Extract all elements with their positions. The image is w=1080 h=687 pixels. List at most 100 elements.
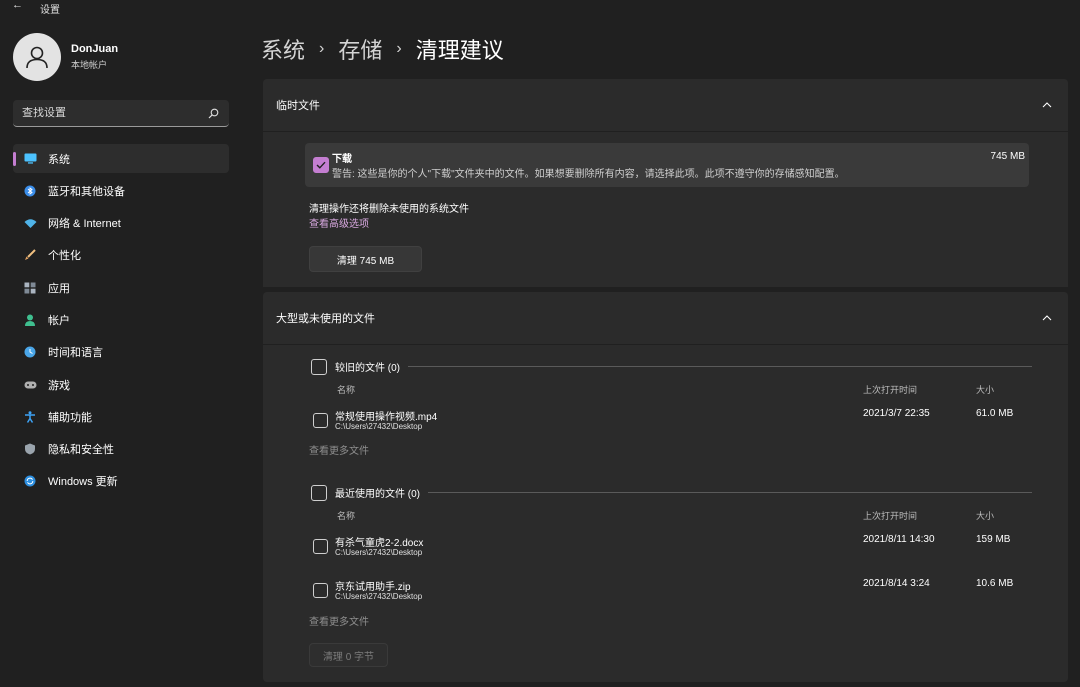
breadcrumb-storage[interactable]: 存储 (338, 33, 382, 65)
bluetooth-icon (23, 184, 37, 198)
brush-icon (23, 248, 37, 262)
breadcrumb-system[interactable]: 系统 (261, 33, 305, 65)
file-checkbox[interactable] (313, 413, 328, 428)
sidebar-item-personalization[interactable]: 个性化 (13, 241, 229, 270)
column-size: 大小 (976, 511, 995, 521)
sidebar-item-windows-update[interactable]: Windows 更新 (13, 467, 229, 496)
column-last-opened: 上次打开时间 (863, 385, 918, 395)
file-path: C:\Users\27432\Desktop (335, 548, 423, 557)
accessibility-icon (23, 410, 37, 424)
profile-name: DonJuan (71, 43, 119, 55)
sidebar-item-label: 辅助功能 (48, 411, 92, 424)
divider (408, 366, 1032, 367)
downloads-row[interactable]: 下载 警告: 这些是你的个人"下载"文件夹中的文件。如果想要删除所有内容，请选择… (305, 143, 1029, 187)
recent-files-checkbox[interactable] (311, 484, 327, 501)
sidebar-item-system[interactable]: 系统 (13, 144, 229, 173)
sidebar-item-apps[interactable]: 应用 (13, 273, 229, 302)
person-icon (26, 46, 48, 69)
downloads-title: 下载 (332, 154, 352, 165)
downloads-warning: 警告: 这些是你的个人"下载"文件夹中的文件。如果想要删除所有内容，请选择此项。… (332, 169, 845, 180)
downloads-checkbox[interactable] (313, 157, 329, 173)
sidebar-item-label: 帐户 (48, 314, 70, 327)
wifi-icon (23, 216, 37, 230)
temp-files-header[interactable]: 临时文件 (263, 79, 1068, 132)
sidebar-item-label: 个性化 (48, 250, 81, 263)
file-size: 61.0 MB (976, 408, 1014, 419)
column-name: 名称 (337, 511, 356, 521)
file-row[interactable]: 京东试用助手.zip C:\Users\27432\Desktop 2021/8… (311, 576, 1032, 604)
sidebar-item-label: 应用 (48, 282, 70, 295)
older-files-group-header: 较旧的文件 (0) (311, 358, 1032, 375)
file-row[interactable]: 常规使用操作视频.mp4 C:\Users\27432\Desktop 2021… (311, 406, 1032, 434)
column-last-opened: 上次打开时间 (863, 511, 918, 521)
breadcrumb: 系统 › 存储 › 清理建议 (261, 33, 504, 65)
file-checkbox[interactable] (313, 583, 328, 598)
sidebar-item-privacy[interactable]: 隐私和安全性 (13, 435, 229, 464)
monitor-icon (23, 152, 37, 166)
temp-files-title: 临时文件 (276, 100, 320, 112)
file-path: C:\Users\27432\Desktop (335, 592, 423, 601)
recent-files-group-header: 最近使用的文件 (0) (311, 484, 1032, 501)
file-name: 常规使用操作视频.mp4 (335, 412, 438, 423)
chevron-up-icon[interactable] (1039, 97, 1055, 113)
sidebar-item-accounts[interactable]: 帐户 (13, 305, 229, 334)
page-title: 清理建议 (415, 38, 504, 63)
large-files-header[interactable]: 大型或未使用的文件 (263, 292, 1068, 345)
downloads-size: 745 MB (990, 151, 1025, 162)
sidebar-item-label: 游戏 (48, 379, 70, 392)
clean-large-files-button[interactable]: 清理 0 字节 (309, 643, 388, 667)
recent-files-group: 最近使用的文件 (0) 名称 上次打开时间 大小 有杀气童虎2-2.docx C… (309, 484, 1032, 634)
column-name: 名称 (337, 385, 356, 395)
chevron-up-icon[interactable] (1039, 310, 1055, 326)
older-files-title: 较旧的文件 (0) (335, 363, 400, 374)
file-row[interactable]: 有杀气童虎2-2.docx C:\Users\27432\Desktop 202… (311, 532, 1032, 560)
search-icon[interactable] (206, 106, 220, 120)
file-size: 10.6 MB (976, 578, 1014, 589)
file-checkbox[interactable] (313, 539, 328, 554)
apps-icon (23, 281, 37, 295)
back-arrow-icon[interactable]: ← (12, 0, 23, 11)
globe-clock-icon (23, 345, 37, 359)
user-profile[interactable]: DonJuan 本地帐户 (13, 33, 118, 81)
gamepad-icon (23, 378, 37, 392)
sidebar-item-time-language[interactable]: 时间和语言 (13, 338, 229, 367)
breadcrumb-separator: › (319, 40, 325, 57)
large-files-title: 大型或未使用的文件 (276, 313, 375, 325)
older-files-group: 较旧的文件 (0) 名称 上次打开时间 大小 常规使用操作视频.mp4 C:\U… (309, 358, 1032, 468)
sidebar-item-network[interactable]: 网络 & Internet (13, 209, 229, 238)
cleanup-note: 清理操作还将删除未使用的系统文件 (309, 204, 469, 215)
file-date: 2021/8/14 3:24 (863, 578, 930, 589)
file-date: 2021/8/11 14:30 (863, 534, 935, 545)
sidebar-item-label: 蓝牙和其他设备 (48, 185, 125, 198)
file-size: 159 MB (976, 534, 1011, 545)
search-box[interactable] (13, 100, 229, 127)
recent-files-more-link[interactable]: 查看更多文件 (309, 613, 369, 628)
breadcrumb-separator: › (396, 40, 402, 57)
older-files-more-link[interactable]: 查看更多文件 (309, 442, 369, 457)
person-icon (23, 313, 37, 327)
sidebar-item-label: 系统 (48, 153, 70, 166)
file-date: 2021/3/7 22:35 (863, 408, 930, 419)
search-input[interactable] (22, 107, 206, 119)
temp-files-body: 下载 警告: 这些是你的个人"下载"文件夹中的文件。如果想要删除所有内容，请选择… (263, 133, 1068, 287)
advanced-options-link[interactable]: 查看高级选项 (309, 215, 369, 230)
recent-files-title: 最近使用的文件 (0) (335, 489, 420, 500)
app-title: 设置 (40, 5, 60, 16)
temp-files-card: 临时文件 下载 警告: 这些是你的个人"下载"文件夹中的文件。如果想要删除所有内… (263, 79, 1068, 287)
profile-account-type: 本地帐户 (71, 60, 108, 70)
update-icon (23, 474, 37, 488)
sidebar-item-label: 隐私和安全性 (48, 444, 114, 457)
sidebar-item-label: Windows 更新 (48, 476, 118, 489)
older-files-checkbox[interactable] (311, 358, 327, 375)
clean-temp-button[interactable]: 清理 745 MB (309, 246, 422, 272)
title-bar: ← 设置 (0, 0, 1080, 16)
large-files-card: 大型或未使用的文件 较旧的文件 (0) 名称 上次打开时间 大小 常规使用操作视… (263, 292, 1068, 682)
file-name: 京东试用助手.zip (335, 582, 411, 593)
sidebar-item-gaming[interactable]: 游戏 (13, 370, 229, 399)
shield-icon (23, 442, 37, 456)
sidebar-item-accessibility[interactable]: 辅助功能 (13, 402, 229, 431)
file-path: C:\Users\27432\Desktop (335, 422, 423, 431)
avatar (13, 33, 61, 81)
sidebar-item-bluetooth[interactable]: 蓝牙和其他设备 (13, 176, 229, 205)
sidebar-item-label: 时间和语言 (48, 347, 103, 360)
